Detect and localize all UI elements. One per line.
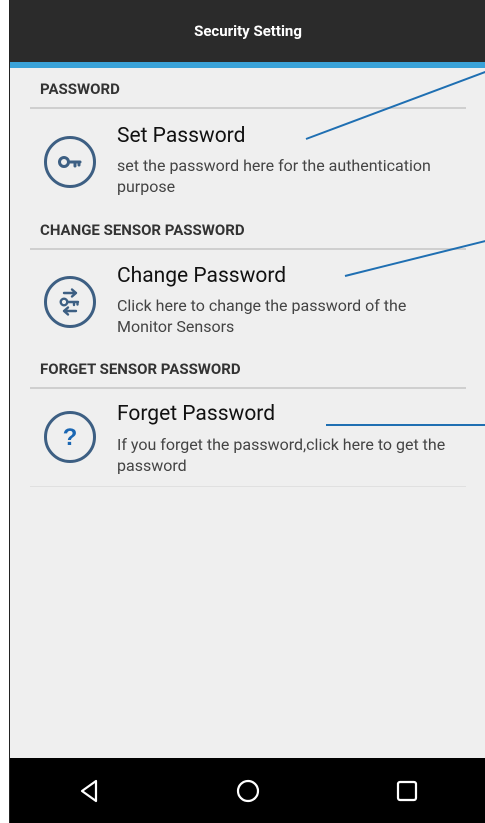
- forget-password-item[interactable]: ? Forget Password If you forget the pass…: [30, 389, 466, 487]
- app-bar: Security Setting: [10, 0, 485, 62]
- phone-screen: Security Setting PASSWORD Set Password s…: [9, 0, 485, 823]
- back-icon[interactable]: [69, 771, 109, 811]
- forget-password-description: If you forget the password,click here to…: [117, 435, 446, 475]
- change-password-item[interactable]: Change Password Click here to change the…: [30, 250, 466, 350]
- key-exchange-icon: [44, 276, 96, 328]
- set-password-description: set the password here for the authentica…: [117, 156, 431, 196]
- callout-line: [326, 424, 485, 426]
- section-header-forget-sensor-password: FORGET SENSOR PASSWORD: [40, 360, 241, 378]
- forget-password-title: Forget Password: [117, 402, 276, 426]
- home-icon[interactable]: [228, 771, 268, 811]
- set-password-title: Set Password: [117, 124, 246, 148]
- recents-icon[interactable]: [387, 771, 427, 811]
- page-title: Security Setting: [194, 22, 302, 40]
- divider: [30, 107, 466, 109]
- svg-text:?: ?: [63, 424, 78, 451]
- section-header-change-sensor-password: CHANGE SENSOR PASSWORD: [40, 221, 245, 239]
- change-password-description: Click here to change the password of the…: [117, 296, 407, 336]
- section-header-password: PASSWORD: [40, 80, 120, 98]
- accent-bar: [10, 62, 485, 68]
- system-navigation-bar: [10, 758, 485, 823]
- set-password-item[interactable]: Set Password set the password here for t…: [30, 110, 466, 210]
- key-icon: [44, 136, 96, 188]
- change-password-title: Change Password: [117, 264, 287, 288]
- question-icon: ?: [44, 411, 96, 463]
